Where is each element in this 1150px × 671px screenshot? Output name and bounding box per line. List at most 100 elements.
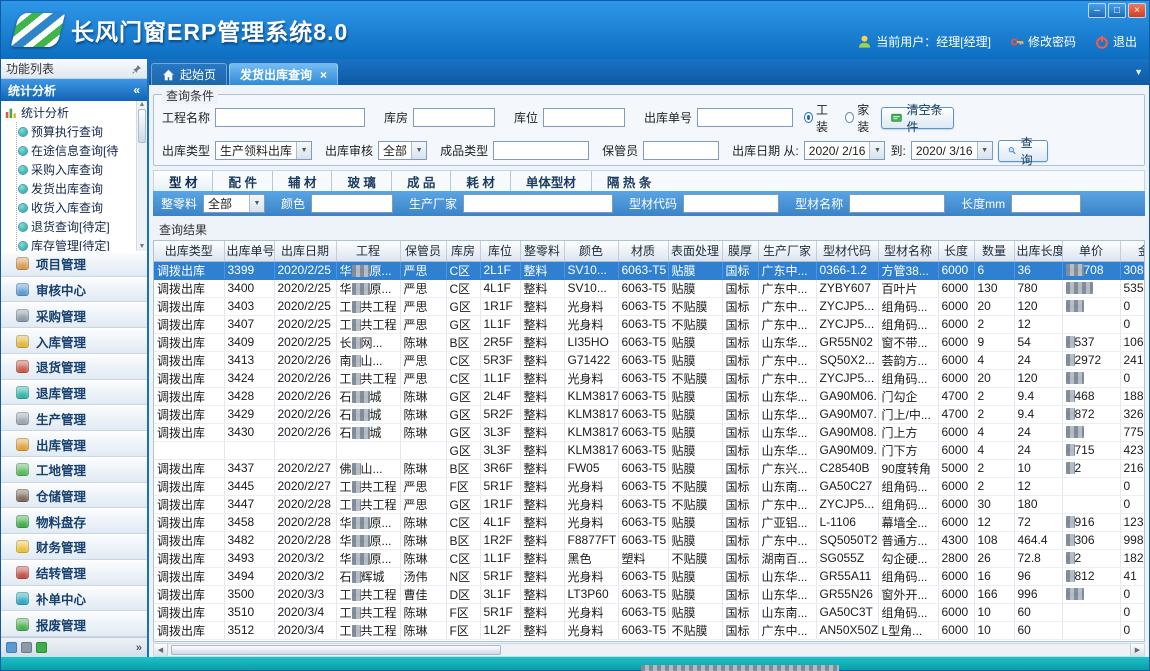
column-header[interactable]: 型材名称 (878, 241, 938, 261)
length-input[interactable] (1011, 194, 1081, 213)
column-header[interactable]: 库位 (480, 241, 520, 261)
table-row[interactable]: 调拨出库34292020/2/26石城陈琳G区5R2F整料KLM38176063… (154, 405, 1145, 423)
whole-scrap-select[interactable]: 全部▼ (203, 194, 265, 213)
tree-root[interactable]: 统计分析 (5, 103, 135, 122)
accordion-item[interactable]: 退库管理 (1, 380, 147, 406)
minimize-button[interactable]: – (1088, 3, 1106, 18)
column-header[interactable]: 出库日期 (274, 241, 336, 261)
home-decor-radio[interactable]: 家装 (845, 101, 875, 135)
order-no-input[interactable] (697, 108, 793, 127)
pin-icon[interactable] (132, 64, 142, 74)
column-header[interactable]: 表面处理 (668, 241, 722, 261)
outbound-audit-select[interactable]: 全部▼ (378, 141, 427, 160)
tab-home[interactable]: 起始页 (151, 63, 227, 85)
sidebar-section-header[interactable]: 统计分析 « (1, 79, 147, 101)
column-header[interactable]: 材质 (618, 241, 668, 261)
column-header[interactable]: 型材代码 (816, 241, 878, 261)
column-header[interactable]: 出库单号 (224, 241, 274, 261)
date-from-picker[interactable]: 2020/ 2/16▼ (804, 141, 886, 160)
accordion-item[interactable]: 出库管理 (1, 431, 147, 457)
column-header[interactable]: 膜厚 (722, 241, 758, 261)
accordion-item[interactable]: 项目管理 (1, 251, 147, 277)
tree-item[interactable]: 采购入库查询 (19, 160, 135, 179)
product-type-input[interactable] (493, 141, 589, 160)
keeper-input[interactable] (643, 141, 719, 160)
accordion-item[interactable]: 入库管理 (1, 328, 147, 354)
date-to-picker[interactable]: 2020/ 3/16▼ (911, 141, 993, 160)
column-header[interactable]: 出库类型 (154, 241, 224, 261)
manufacturer-input[interactable] (463, 194, 613, 213)
more-icon[interactable]: » (136, 642, 142, 654)
apps-icon[interactable] (36, 642, 47, 653)
material-tab[interactable]: 隔 热 条 (591, 171, 666, 191)
table-row[interactable]: 调拨出库34302020/2/26石城陈琳G区3L3F整料KLM38176063… (154, 423, 1145, 441)
material-tab[interactable]: 配 件 (212, 171, 271, 191)
column-header[interactable]: 保管员 (400, 241, 446, 261)
tree-item[interactable]: 退货查询[待定] (19, 217, 135, 236)
column-header[interactable]: 工程 (336, 241, 400, 261)
column-header[interactable]: 数量 (974, 241, 1014, 261)
table-row[interactable]: 调拨出库33992020/2/25华原...严思C区2L1F整料SV10...6… (154, 261, 1145, 279)
table-row[interactable]: 调拨出库35122020/3/4工共工程陈琳F区1L2F整料光身料6063-T5… (154, 621, 1145, 639)
accordion-item[interactable]: 审核中心 (1, 277, 147, 303)
material-tab[interactable]: 耗 材 (450, 171, 509, 191)
tree-item[interactable]: 预算执行查询 (19, 122, 135, 141)
table-row[interactable]: 调拨出库34372020/2/27佛山...陈琳B区3R6F整料FW056063… (154, 459, 1145, 477)
table-row[interactable]: 调拨出库34242020/2/26工共工程严思C区1L1F整料光身料6063-T… (154, 369, 1145, 387)
color-input[interactable] (311, 194, 393, 213)
outbound-type-select[interactable]: 生产领料出库▼ (215, 141, 312, 160)
scroll-left-icon[interactable]: ◀ (154, 644, 168, 656)
accordion-item[interactable]: 报废管理 (1, 611, 147, 637)
horizontal-scrollbar[interactable]: ◀ ▶ (153, 643, 1145, 657)
column-header[interactable]: 长度 (938, 241, 974, 261)
search-button[interactable]: 查 询 (998, 140, 1048, 162)
accordion-item[interactable]: 采购管理 (1, 302, 147, 328)
table-row[interactable]: G区3L3F整料KLM38176063-T5贴膜国标山东华...GA90M09.… (154, 441, 1145, 459)
tab-list-dropdown-icon[interactable]: ▼ (1134, 67, 1143, 77)
material-tab[interactable]: 单体型材 (510, 171, 591, 191)
workwear-radio[interactable]: 工装 (804, 101, 834, 135)
table-row[interactable]: 调拨出库34932020/3/2华原...陈琳C区1L1F整料黑色塑料不贴膜国标… (154, 549, 1145, 567)
tree-scrollbar[interactable]: ▲▼ (136, 101, 147, 251)
accordion-item[interactable]: 结转管理 (1, 560, 147, 586)
collapse-icon[interactable]: « (133, 83, 140, 97)
table-row[interactable]: 调拨出库34942020/3/2石辉城汤伟N区5R1F整料光身料6063-T5贴… (154, 567, 1145, 585)
column-header[interactable]: 金额 (1120, 241, 1145, 261)
accordion-item[interactable]: 退货管理 (1, 354, 147, 380)
project-name-input[interactable] (215, 108, 365, 127)
tree-item[interactable]: 在途信息查询[待 (19, 141, 135, 160)
table-row[interactable]: 调拨出库34132020/2/26南山...严思C区5R3F整料G7142260… (154, 351, 1145, 369)
table-row[interactable]: 调拨出库34822020/2/28华原...陈琳B区1R2F整料F8877FT6… (154, 531, 1145, 549)
profile-name-input[interactable] (849, 194, 945, 213)
table-row[interactable]: 调拨出库34002020/2/25华原...严思C区4L1F整料SV10...6… (154, 279, 1145, 297)
accordion-item[interactable]: 工地管理 (1, 457, 147, 483)
tab-shipping-outbound-query[interactable]: 发货出库查询 × (229, 63, 338, 85)
material-tab[interactable]: 玻 璃 (331, 171, 390, 191)
clear-conditions-button[interactable]: 清空条件 (881, 107, 954, 129)
table-row[interactable]: 调拨出库34452020/2/27工共工程严思F区5R1F整料光身料6063-T… (154, 477, 1145, 495)
list-view-icon[interactable] (6, 642, 17, 653)
table-row[interactable]: 调拨出库34072020/2/25工共工程严思G区1L1F整料光身料6063-T… (154, 315, 1145, 333)
column-header[interactable]: 生产厂家 (758, 241, 816, 261)
scroll-thumb[interactable] (171, 645, 501, 655)
tree-item[interactable]: 库存管理[待定] (19, 236, 135, 251)
material-tab[interactable]: 型 材 (154, 171, 212, 191)
accordion-item[interactable]: 补单中心 (1, 586, 147, 612)
accordion-item[interactable]: 仓储管理 (1, 483, 147, 509)
accordion-item[interactable]: 财务管理 (1, 534, 147, 560)
column-header[interactable]: 颜色 (564, 241, 618, 261)
tree-item[interactable]: 发货出库查询 (19, 179, 135, 198)
tree-item[interactable]: 收货入库查询 (19, 198, 135, 217)
logout-button[interactable]: 退出 (1095, 33, 1137, 50)
table-row[interactable]: 调拨出库35102020/3/4工共工程陈琳F区5R1F整料光身料6063-T5… (154, 603, 1145, 621)
accordion-item[interactable]: 生产管理 (1, 405, 147, 431)
location-input[interactable] (543, 108, 625, 127)
scroll-right-icon[interactable]: ▶ (1130, 644, 1144, 656)
column-header[interactable]: 出库长度 (1014, 241, 1062, 261)
computer-icon[interactable] (21, 642, 32, 653)
change-password-link[interactable]: 修改密码 (1010, 33, 1076, 50)
table-row[interactable]: 调拨出库35002020/3/3工共工程曹佳D区3L1F整料LT3P606063… (154, 585, 1145, 603)
maximize-button[interactable]: □ (1108, 3, 1126, 18)
table-row[interactable]: 调拨出库34092020/2/25长网...陈琳B区2R5F整料LI35HO60… (154, 333, 1145, 351)
table-row[interactable]: 调拨出库34032020/2/25工共工程严思G区1R1F整料光身料6063-T… (154, 297, 1145, 315)
